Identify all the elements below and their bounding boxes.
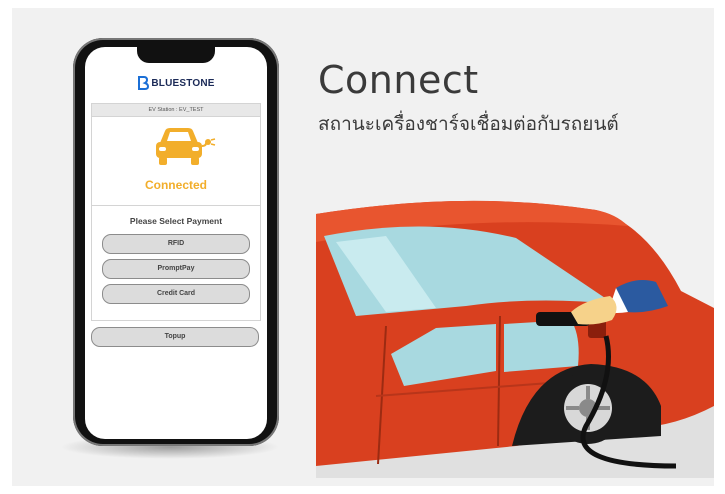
car-plug-icon xyxy=(156,128,216,165)
phone-screen: BLUESTONE EV Station : EV_TEST Connected… xyxy=(85,47,267,439)
bluestone-logo-icon xyxy=(138,76,150,90)
credit-card-button[interactable]: Credit Card xyxy=(102,284,250,304)
phone-mockup: BLUESTONE EV Station : EV_TEST Connected… xyxy=(73,38,279,446)
promptpay-button[interactable]: PromptPay xyxy=(102,259,250,279)
topup-button[interactable]: Topup xyxy=(91,327,259,347)
headline-title: Connect xyxy=(318,58,479,102)
rfid-button[interactable]: RFID xyxy=(102,234,250,254)
phone-notch xyxy=(137,47,215,63)
charger-card: EV Station : EV_TEST Connected Please Se… xyxy=(91,103,261,321)
station-label: EV Station : EV_TEST xyxy=(92,104,260,117)
headline-subtitle: สถานะเครื่องชาร์จเชื่อมต่อกับรถยนต์ xyxy=(318,113,619,135)
car-charging-illustration xyxy=(316,200,714,478)
brand-name: BLUESTONE xyxy=(151,77,215,89)
connection-status: Connected xyxy=(144,178,207,192)
payment-prompt: Please Select Payment xyxy=(129,216,223,226)
brand-header: BLUESTONE xyxy=(85,75,267,91)
card-divider xyxy=(92,205,260,206)
